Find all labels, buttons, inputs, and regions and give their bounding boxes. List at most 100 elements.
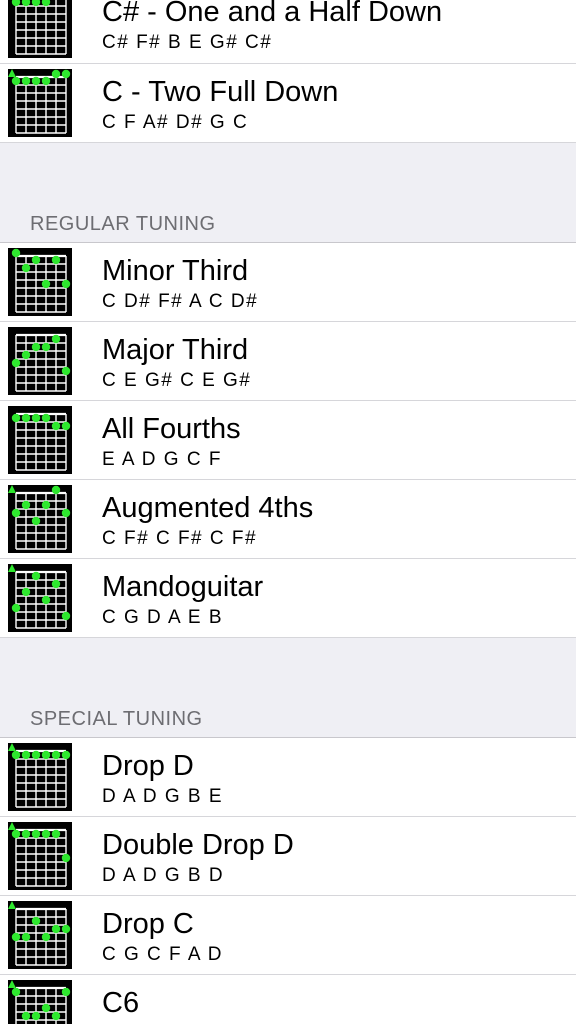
finger-dot xyxy=(11,750,21,760)
finger-dot xyxy=(11,413,21,423)
finger-dot xyxy=(41,413,51,423)
finger-dot xyxy=(31,516,41,526)
finger-dot xyxy=(41,76,51,86)
finger-dot xyxy=(11,603,21,613)
tuning-text: Augmented 4ths C F# C F# C F# xyxy=(102,480,566,550)
finger-dot xyxy=(61,69,71,79)
tuning-name: Drop D xyxy=(102,750,194,782)
tuning-name: Major Third xyxy=(102,334,249,366)
tuning-notes: C# F# B E G# C# xyxy=(102,32,273,53)
tuning-name: Double Drop D xyxy=(102,829,294,861)
chord-diagram-icon xyxy=(8,901,72,969)
tuning-row[interactable]: C# - One and a Half Down C# F# B E G# C# xyxy=(0,0,576,64)
finger-dot xyxy=(61,366,71,376)
finger-dot xyxy=(21,1011,31,1021)
chord-diagram-icon xyxy=(8,485,72,553)
tuning-text: C - Two Full Down C F A# D# G C xyxy=(102,64,566,134)
fretboard-background xyxy=(8,485,72,553)
tuning-text: Double Drop D D A D G B D xyxy=(102,817,566,887)
finger-dot xyxy=(21,413,31,423)
finger-dot xyxy=(31,1011,41,1021)
tuning-notes: E A D G C F xyxy=(102,449,222,470)
tuning-row[interactable]: Double Drop D D A D G B D xyxy=(0,817,576,896)
fretboard-background xyxy=(8,564,72,632)
finger-dot xyxy=(51,421,61,431)
finger-dot xyxy=(31,829,41,839)
finger-dot xyxy=(41,342,51,352)
finger-dot xyxy=(61,611,71,621)
finger-dot xyxy=(31,571,41,581)
tuning-name: Drop C xyxy=(102,908,194,940)
finger-dot xyxy=(61,508,71,518)
finger-dot xyxy=(51,750,61,760)
tuning-name: Augmented 4ths xyxy=(102,492,314,524)
tuning-row[interactable]: Drop D D A D G B E xyxy=(0,738,576,817)
finger-dot xyxy=(11,932,21,942)
chord-diagram-icon xyxy=(8,822,72,890)
finger-dot xyxy=(31,413,41,423)
tuning-notes: D A D G B D xyxy=(102,865,225,886)
chord-diagram-icon xyxy=(8,327,72,395)
finger-dot xyxy=(21,829,31,839)
tuning-row[interactable]: Minor Third C D# F# A C D# xyxy=(0,243,576,322)
finger-dot xyxy=(41,932,51,942)
section-header: REGULAR TUNING xyxy=(0,207,576,243)
tuning-row[interactable]: C - Two Full Down C F A# D# G C xyxy=(0,64,576,143)
finger-dot xyxy=(11,987,21,997)
finger-dot xyxy=(21,750,31,760)
finger-dot xyxy=(41,750,51,760)
tuning-row[interactable]: Major Third C E G# C E G# xyxy=(0,322,576,401)
finger-dot xyxy=(31,255,41,265)
chord-diagram-icon xyxy=(8,69,72,137)
tuning-text: Major Third C E G# C E G# xyxy=(102,322,566,392)
finger-dot xyxy=(11,76,21,86)
section-gap xyxy=(0,638,576,702)
finger-dot xyxy=(41,829,51,839)
tuning-row[interactable]: Mandoguitar C G D A E B xyxy=(0,559,576,638)
finger-dot xyxy=(51,829,61,839)
tuning-row[interactable]: Augmented 4ths C F# C F# C F# xyxy=(0,480,576,559)
tuning-row[interactable]: All Fourths E A D G C F xyxy=(0,401,576,480)
finger-dot xyxy=(11,248,21,258)
tuning-row[interactable]: C6 xyxy=(0,975,576,1024)
finger-dot xyxy=(61,750,71,760)
fretboard-background xyxy=(8,0,72,58)
tuning-notes: C F# C F# C F# xyxy=(102,528,258,549)
chord-diagram-icon xyxy=(8,248,72,316)
tuning-text: Drop D D A D G B E xyxy=(102,738,566,808)
finger-dot xyxy=(21,350,31,360)
finger-dot xyxy=(51,924,61,934)
finger-dot xyxy=(21,932,31,942)
finger-dot xyxy=(51,69,61,79)
finger-dot xyxy=(21,587,31,597)
section-header: SPECIAL TUNING xyxy=(0,702,576,738)
finger-dot xyxy=(41,279,51,289)
tuning-notes: C E G# C E G# xyxy=(102,370,252,391)
tuning-text: Drop C C G C F A D xyxy=(102,896,566,966)
finger-dot xyxy=(11,508,21,518)
finger-dot xyxy=(61,924,71,934)
finger-dot xyxy=(21,500,31,510)
tuning-text: Mandoguitar C G D A E B xyxy=(102,559,566,629)
tuning-name: All Fourths xyxy=(102,413,241,445)
tuning-text: C6 xyxy=(102,975,566,1023)
tuning-list: C# - One and a Half Down C# F# B E G# C# C… xyxy=(0,0,576,1024)
finger-dot xyxy=(41,595,51,605)
chord-diagram-icon xyxy=(8,0,72,58)
finger-dot xyxy=(31,76,41,86)
tuning-name: Mandoguitar xyxy=(102,571,264,603)
finger-dot xyxy=(51,255,61,265)
finger-dot xyxy=(41,1003,51,1013)
finger-dot xyxy=(21,263,31,273)
tuning-name: C6 xyxy=(102,987,140,1019)
tuning-row[interactable]: Drop C C G C F A D xyxy=(0,896,576,975)
finger-dot xyxy=(11,829,21,839)
finger-dot xyxy=(61,987,71,997)
tuning-text: All Fourths E A D G C F xyxy=(102,401,566,471)
chord-diagram-icon xyxy=(8,564,72,632)
finger-dot xyxy=(61,853,71,863)
finger-dot xyxy=(31,342,41,352)
tuning-name: C - Two Full Down xyxy=(102,76,339,108)
tuning-notes: C G C F A D xyxy=(102,944,224,965)
finger-dot xyxy=(51,579,61,589)
